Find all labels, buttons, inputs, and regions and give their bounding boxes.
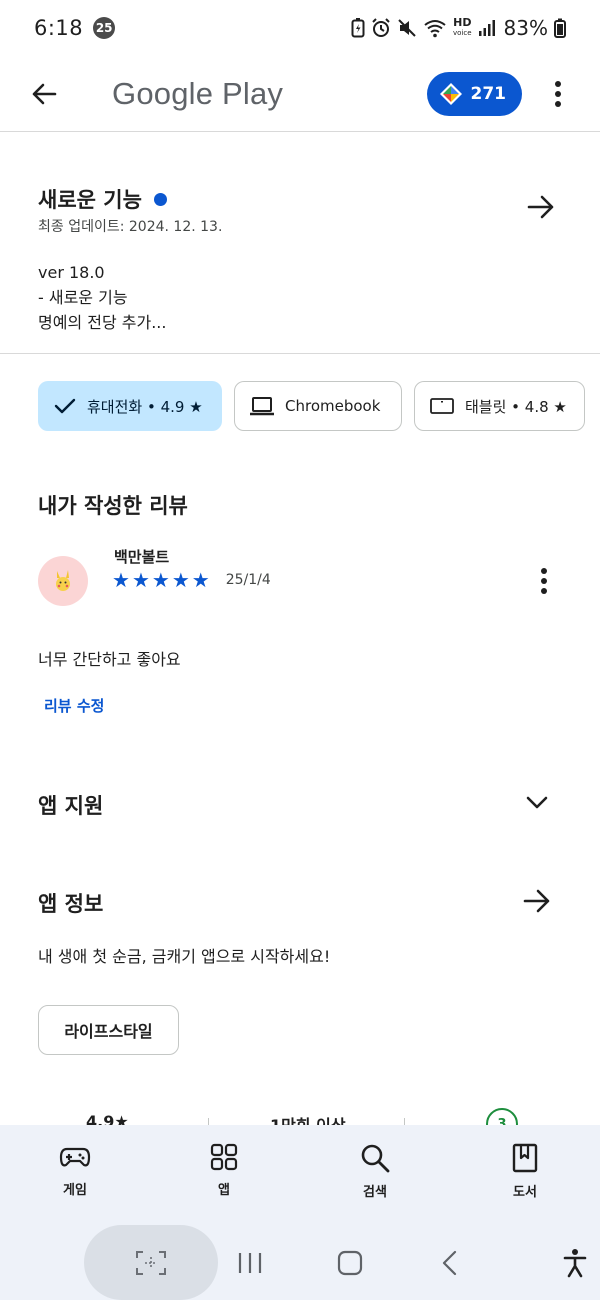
- notification-count-badge: 25: [93, 17, 116, 39]
- ai-select-button[interactable]: [84, 1225, 218, 1300]
- alarm-icon: [372, 18, 390, 37]
- whats-new-title: 새로운 기능: [38, 188, 142, 212]
- wifi-icon: [424, 20, 446, 38]
- arrow-forward-icon: [527, 195, 554, 219]
- recent-apps-button[interactable]: [230, 1243, 270, 1283]
- check-icon: [54, 398, 76, 414]
- signal-icon: [478, 20, 495, 36]
- category-chip[interactable]: 라이프스타일: [38, 1005, 179, 1055]
- last-updated-text: 최종 업데이트: 2024. 12. 13.: [38, 219, 223, 235]
- edit-review-link[interactable]: 리뷰 수정: [44, 695, 104, 716]
- whats-new-arrow-button[interactable]: [526, 192, 556, 226]
- hd-voice-indicator: HD voice: [453, 16, 472, 38]
- arrow-back-icon: [32, 83, 57, 104]
- whats-new-heading: 새로운 기능: [38, 184, 167, 214]
- system-back-button[interactable]: [430, 1243, 470, 1283]
- star-icon: ★: [171, 568, 190, 592]
- star-icon: ★: [112, 568, 130, 592]
- chevron-left-icon: [442, 1250, 457, 1276]
- avatar: [38, 556, 88, 606]
- play-points-count: 271: [470, 83, 507, 104]
- status-bar: 6:18 25 HD voice 83%: [0, 0, 600, 56]
- laptop-icon: [250, 397, 274, 416]
- nav-apps[interactable]: 앱: [184, 1143, 264, 1198]
- device-filter-chips: 휴대전화 • 4.9 ★ Chromebook 태블릿 • 4.8 ★: [38, 381, 585, 431]
- app-info-heading[interactable]: 앱 정보: [38, 888, 103, 918]
- search-icon: [361, 1144, 390, 1173]
- nav-games[interactable]: 게임: [35, 1143, 115, 1198]
- chip-chromebook-label: Chromebook: [285, 397, 381, 415]
- play-points-button[interactable]: 271: [426, 71, 522, 116]
- star-icon: ★: [151, 568, 170, 592]
- hd-label: HD: [453, 16, 472, 29]
- whats-new-line: - 새로운 기능: [38, 288, 128, 307]
- nav-games-label: 게임: [63, 1183, 87, 1198]
- chip-phone-label: 휴대전화 • 4.9 ★: [87, 397, 203, 416]
- nav-search-label: 검색: [363, 1185, 387, 1200]
- chip-tablet[interactable]: 태블릿 • 4.8 ★: [414, 381, 585, 431]
- battery-saver-icon: [351, 18, 365, 38]
- whats-new-line: ver 18.0: [38, 263, 105, 282]
- top-app-bar: Google Play 271: [0, 56, 600, 132]
- system-navigation-bar: [0, 1225, 600, 1300]
- my-review-heading: 내가 작성한 리뷰: [38, 494, 188, 518]
- app-description: 내 생애 첫 순금, 금캐기 앱으로 시작하세요!: [38, 947, 331, 966]
- back-button[interactable]: [20, 70, 68, 118]
- whats-new-section[interactable]: 새로운 기능 최종 업데이트: 2024. 12. 13. ver 18.0 -…: [0, 132, 600, 354]
- chip-tablet-label: 태블릿 • 4.8 ★: [465, 397, 567, 416]
- accessibility-icon: [563, 1249, 587, 1278]
- new-indicator-dot: [153, 192, 167, 206]
- nav-search[interactable]: 검색: [335, 1143, 415, 1200]
- more-vert-icon: [541, 568, 547, 594]
- review-date: 25/1/4: [225, 572, 271, 588]
- mute-icon: [398, 19, 416, 37]
- home-icon: [337, 1250, 363, 1276]
- review-rating: ★ ★ ★ ★ ★ 25/1/4: [112, 570, 271, 590]
- tablet-icon: [430, 398, 454, 414]
- app-info-arrow-button[interactable]: [522, 886, 552, 920]
- review-text: 너무 간단하고 좋아요: [38, 650, 181, 669]
- battery-percent: 83%: [503, 16, 548, 40]
- more-vert-icon: [555, 80, 561, 107]
- home-button[interactable]: [330, 1243, 370, 1283]
- whats-new-line: 명예의 전당 추가...: [38, 313, 167, 332]
- apps-grid-icon: [210, 1143, 238, 1171]
- status-time: 6:18: [34, 16, 84, 40]
- battery-icon: [554, 18, 566, 38]
- pikachu-avatar-icon: [56, 570, 70, 591]
- reviewer-name: 백만볼트: [114, 548, 170, 566]
- app-support-heading[interactable]: 앱 지원: [38, 790, 103, 820]
- nav-books-label: 도서: [513, 1185, 537, 1200]
- arrow-forward-icon: [523, 889, 550, 913]
- bottom-navigation: 게임 앱 검색 도서: [0, 1125, 600, 1225]
- recent-apps-icon: [238, 1253, 262, 1273]
- more-options-button[interactable]: [542, 70, 574, 118]
- nav-books[interactable]: 도서: [485, 1143, 565, 1200]
- chip-phone[interactable]: 휴대전화 • 4.9 ★: [38, 381, 222, 431]
- accessibility-button[interactable]: [555, 1243, 595, 1283]
- google-play-logo-text: Google Play: [112, 75, 284, 111]
- play-points-icon: [439, 82, 462, 105]
- chevron-down-icon: [526, 796, 548, 809]
- app-support-expand-button[interactable]: [524, 790, 550, 818]
- scan-frame-icon: [136, 1250, 166, 1275]
- review-more-options-button[interactable]: [530, 564, 558, 598]
- book-icon: [512, 1143, 538, 1173]
- star-icon: ★: [191, 568, 210, 592]
- chip-chromebook[interactable]: Chromebook: [234, 381, 402, 431]
- whats-new-body: ver 18.0 - 새로운 기능 명예의 전당 추가...: [38, 260, 166, 335]
- hd-sub-label: voice: [453, 29, 472, 37]
- status-icons: HD voice 83%: [351, 16, 566, 40]
- star-icon: ★: [131, 568, 150, 592]
- gamepad-icon: [59, 1147, 91, 1167]
- nav-apps-label: 앱: [218, 1183, 230, 1198]
